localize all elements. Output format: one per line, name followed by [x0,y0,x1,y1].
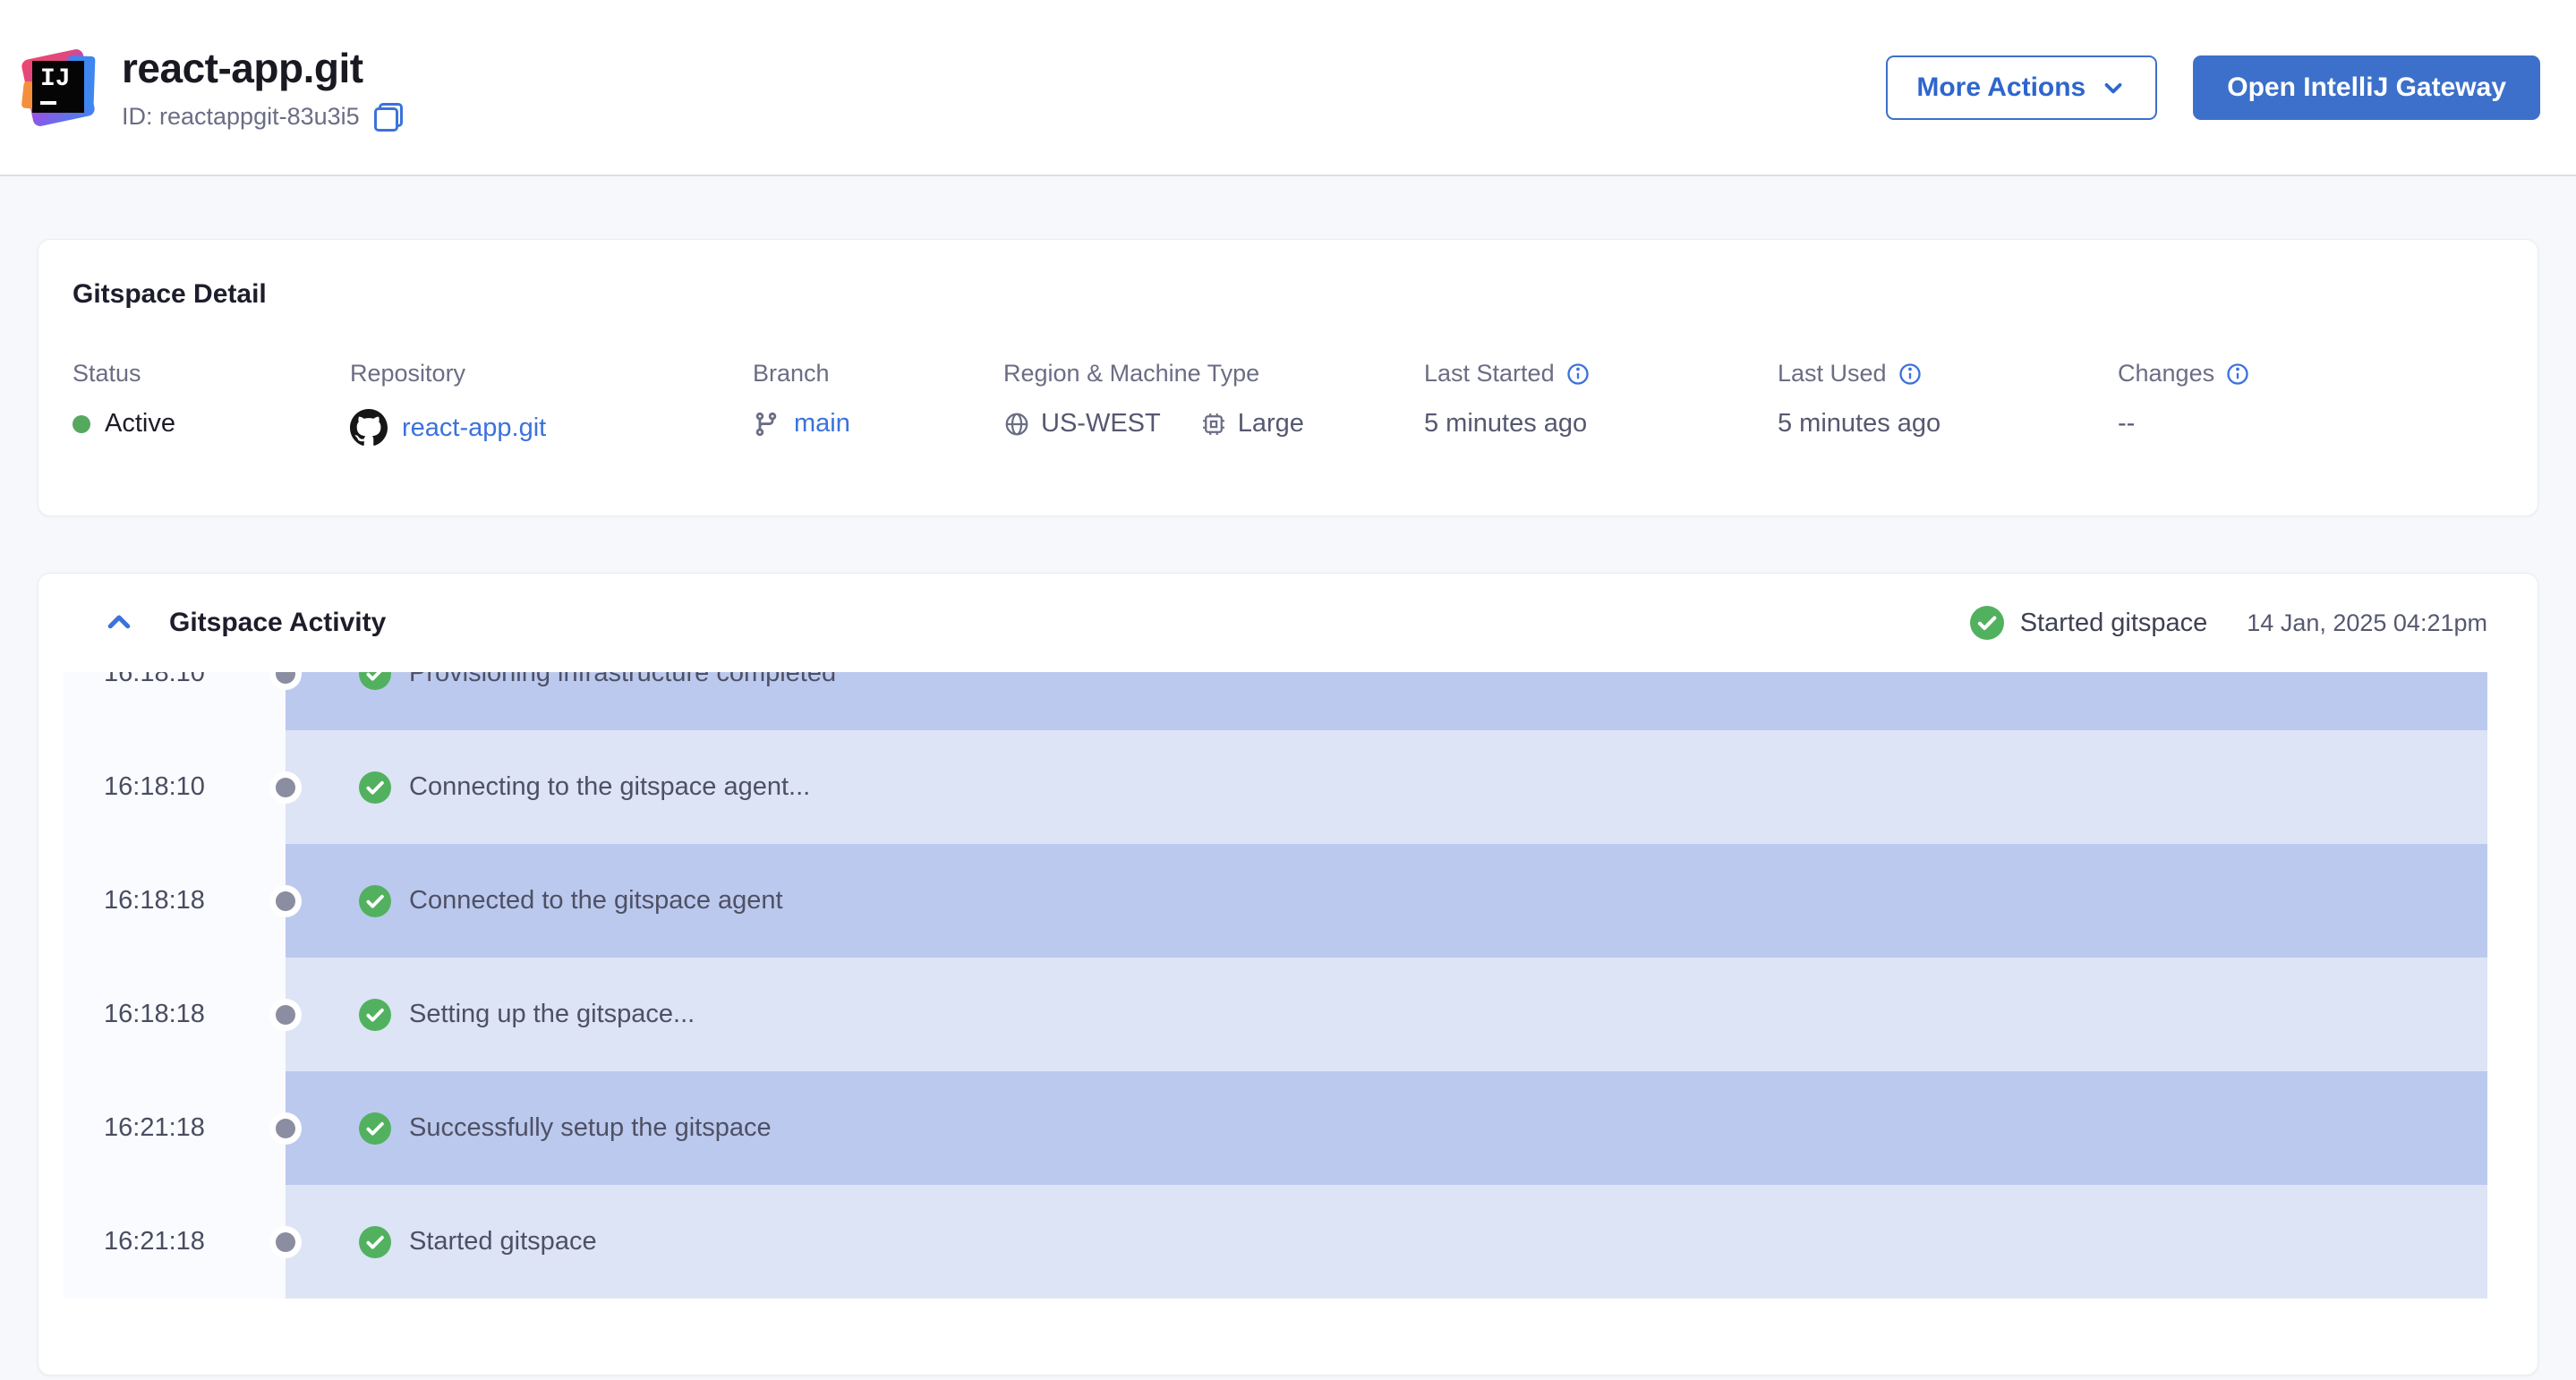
more-actions-button[interactable]: More Actions [1886,55,2157,120]
info-icon[interactable] [1565,362,1591,387]
activity-row: 16:18:18 Connected to the gitspace agent [64,844,2487,958]
activity-log-viewport[interactable]: 16:18:10 Provisioning infrastructure com… [64,672,2487,1304]
gitspace-activity-card: Gitspace Activity Started gitspace 14 Ja… [38,573,2538,1376]
cpu-icon [1200,411,1227,438]
copy-icon[interactable] [374,103,403,132]
git-branch-icon [753,411,780,438]
field-changes: Changes -- [2118,360,2250,447]
check-circle-icon [359,999,391,1031]
github-icon [350,409,388,447]
chevron-up-icon[interactable] [103,607,135,639]
latest-status-text: Started gitspace [2020,609,2208,638]
last-used-value: 5 minutes ago [1778,409,1941,439]
field-last-started: Last Started 5 minutes ago [1424,360,1778,447]
status-value: Active [105,409,175,439]
info-icon[interactable] [2225,362,2250,387]
machine-type-value: Large [1238,409,1304,439]
timeline-dot-icon [276,891,295,911]
check-circle-icon [1970,606,2004,640]
intellij-idea-logo-icon: IJ [18,47,98,129]
activity-row: 16:18:10 Provisioning infrastructure com… [64,672,2487,730]
branch-link[interactable]: main [794,409,850,439]
activity-title: Gitspace Activity [169,608,386,638]
activity-header: Gitspace Activity Started gitspace 14 Ja… [38,574,2538,672]
page-title: react-app.git [122,44,403,92]
page-body: Gitspace Detail Status Active Repository… [0,176,2576,1380]
check-circle-icon [359,885,391,917]
open-intellij-gateway-button[interactable]: Open IntelliJ Gateway [2193,55,2540,120]
region-value: US-WEST [1041,409,1161,439]
timeline-dot-icon [276,1119,295,1138]
timeline-dot-icon [276,778,295,797]
activity-row: 16:18:10 Connecting to the gitspace agen… [64,730,2487,844]
check-circle-icon [359,1226,391,1258]
app-header: IJ react-app.git ID: reactappgit-83u3i5 … [0,0,2576,176]
field-status: Status Active [73,360,350,447]
detail-card-title: Gitspace Detail [73,279,2503,310]
changes-value: -- [2118,409,2135,439]
last-started-value: 5 minutes ago [1424,409,1587,439]
repository-link[interactable]: react-app.git [402,413,546,443]
status-active-dot-icon [73,415,90,433]
gitspace-id: ID: reactappgit-83u3i5 [122,103,360,131]
check-circle-icon [359,672,391,690]
field-branch: Branch main [753,360,1003,447]
activity-latest-status: Started gitspace 14 Jan, 2025 04:21pm [1970,606,2487,640]
gitspace-detail-card: Gitspace Detail Status Active Repository… [38,239,2538,516]
chevron-down-icon [2100,74,2127,101]
info-icon[interactable] [1898,362,1923,387]
field-repository: Repository react-app.git [350,360,753,447]
field-region-machine: Region & Machine Type US-WEST Large [1003,360,1424,447]
activity-row: 16:21:18 Successfully setup the gitspace [64,1071,2487,1185]
field-last-used: Last Used 5 minutes ago [1778,360,2118,447]
globe-icon [1003,411,1030,438]
check-circle-icon [359,1112,391,1145]
activity-row: 16:21:18 Started gitspace [64,1185,2487,1299]
latest-status-time: 14 Jan, 2025 04:21pm [2247,609,2487,637]
title-block: react-app.git ID: reactappgit-83u3i5 [122,44,403,132]
timeline-dot-icon [276,1232,295,1252]
timeline-dot-icon [276,1005,295,1025]
check-circle-icon [359,771,391,804]
activity-row: 16:18:18 Setting up the gitspace... [64,958,2487,1071]
